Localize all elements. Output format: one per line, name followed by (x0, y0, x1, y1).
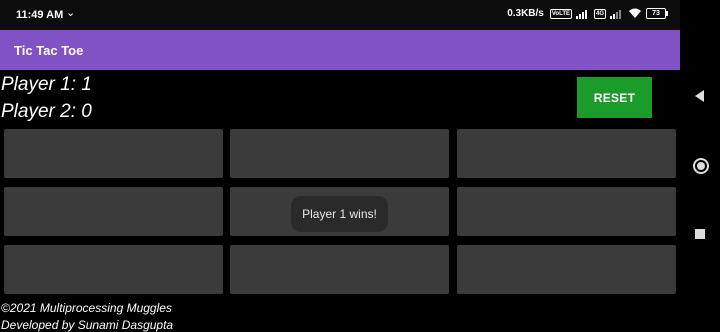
status-icons: 0.3KB/s VoLTE 4G 73 (507, 8, 668, 19)
board-cell-1[interactable] (230, 129, 449, 178)
system-nav-bar (680, 0, 720, 332)
win-toast: Player 1 wins! (291, 196, 388, 232)
status-bar: 11:49 AM ⌄ 0.3KB/s VoLTE 4G 73 (0, 0, 680, 30)
player1-score: Player 1: 1 (1, 74, 92, 95)
volte-icon: VoLTE (549, 8, 572, 19)
battery-icon: 73 (646, 8, 668, 19)
board-cell-3[interactable] (4, 187, 223, 236)
wifi-icon (629, 8, 641, 18)
app-title: Tic Tac Toe (14, 43, 84, 58)
player2-score: Player 2: 0 (1, 101, 92, 122)
back-icon[interactable] (695, 90, 704, 102)
board-cell-2[interactable] (457, 129, 676, 178)
board-cell-8[interactable] (457, 245, 676, 294)
signal-icon-2 (610, 9, 621, 19)
footer-developer: Developed by Sunami Dasgupta (1, 318, 174, 332)
board-cell-6[interactable] (4, 245, 223, 294)
network-speed: 0.3KB/s (507, 8, 544, 19)
app-bar: Tic Tac Toe (0, 30, 680, 70)
footer-copyright: ©2021 Multiprocessing Muggles (1, 301, 172, 315)
board-cell-7[interactable] (230, 245, 449, 294)
chevron-down-icon: ⌄ (66, 7, 76, 19)
recents-icon[interactable] (695, 229, 705, 239)
home-icon[interactable] (693, 158, 709, 174)
lte-icon: 4G (593, 8, 606, 19)
board-cell-5[interactable] (457, 187, 676, 236)
signal-icon (575, 9, 587, 19)
status-time: 11:49 AM (16, 9, 64, 21)
reset-button[interactable]: RESET (577, 77, 652, 118)
board-cell-0[interactable] (4, 129, 223, 178)
